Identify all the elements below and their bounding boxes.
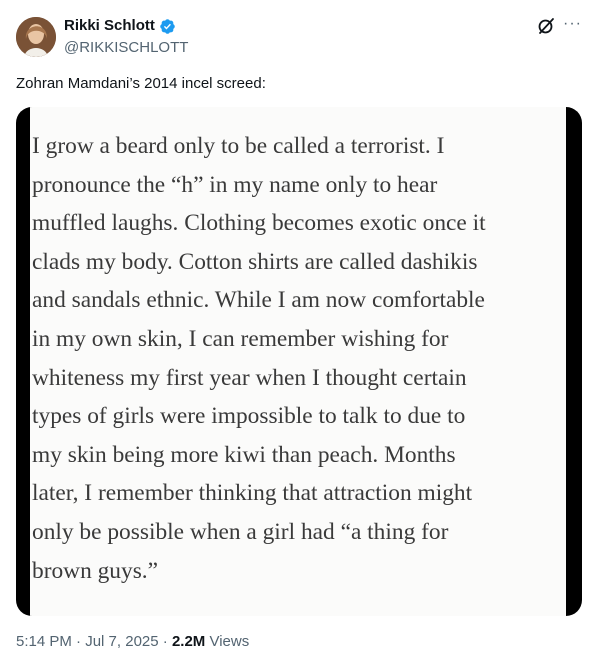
- quote-line: later, I remember thinking that attracti…: [32, 480, 473, 507]
- author-name-row: Rikki Schlott: [64, 16, 176, 36]
- tweet-time[interactable]: 5:14 PM: [16, 633, 72, 650]
- views-label: Views: [205, 633, 250, 650]
- meta-separator: ·: [158, 633, 172, 650]
- grok-icon: [538, 18, 554, 34]
- tweet-metadata: 5:14 PM · Jul 7, 2025 · 2.2M Views: [16, 632, 249, 652]
- quote-line: brown guys.”: [32, 557, 159, 584]
- author-display-name[interactable]: Rikki Schlott: [64, 16, 155, 36]
- tweet-text: Zohran Mamdani’s 2014 incel screed:: [16, 75, 266, 92]
- quote-line: I grow a beard only to be called a terro…: [32, 133, 445, 159]
- tweet-date[interactable]: Jul 7, 2025: [85, 633, 158, 650]
- quote-line: in my own skin, I can remember wishing f…: [32, 325, 449, 352]
- verified-badge-icon: [160, 18, 175, 34]
- quote-line: muffled laughs. Clothing becomes exotic …: [32, 210, 486, 237]
- more-horizontal-icon: ···: [563, 15, 582, 32]
- meta-separator: ·: [71, 633, 86, 650]
- quote-line: pronounce the “h” in my name only to hea…: [32, 171, 438, 198]
- quote-line: whiteness my first year when I thought c…: [32, 364, 467, 391]
- author-handle[interactable]: @RIKKISCHLOTT: [64, 38, 188, 58]
- quote-line: types of girls were impossible to talk t…: [32, 403, 466, 430]
- quote-line: clads my body. Cotton shirts are called …: [32, 248, 478, 275]
- more-options-button[interactable]: ···: [563, 14, 581, 34]
- views-count: 2.2M: [171, 633, 206, 650]
- avatar[interactable]: [16, 17, 56, 57]
- quote-line: my skin being more kiwi than peach. Mont…: [32, 441, 456, 468]
- quote-line: and sandals ethnic. While I am now comfo…: [32, 287, 485, 314]
- quote-line: only be possible when a girl had “a thin…: [32, 518, 449, 545]
- quote-text: I grow a beard only to be called a terro…: [32, 127, 562, 590]
- avatar-image: [16, 17, 56, 57]
- grok-button[interactable]: [536, 16, 556, 36]
